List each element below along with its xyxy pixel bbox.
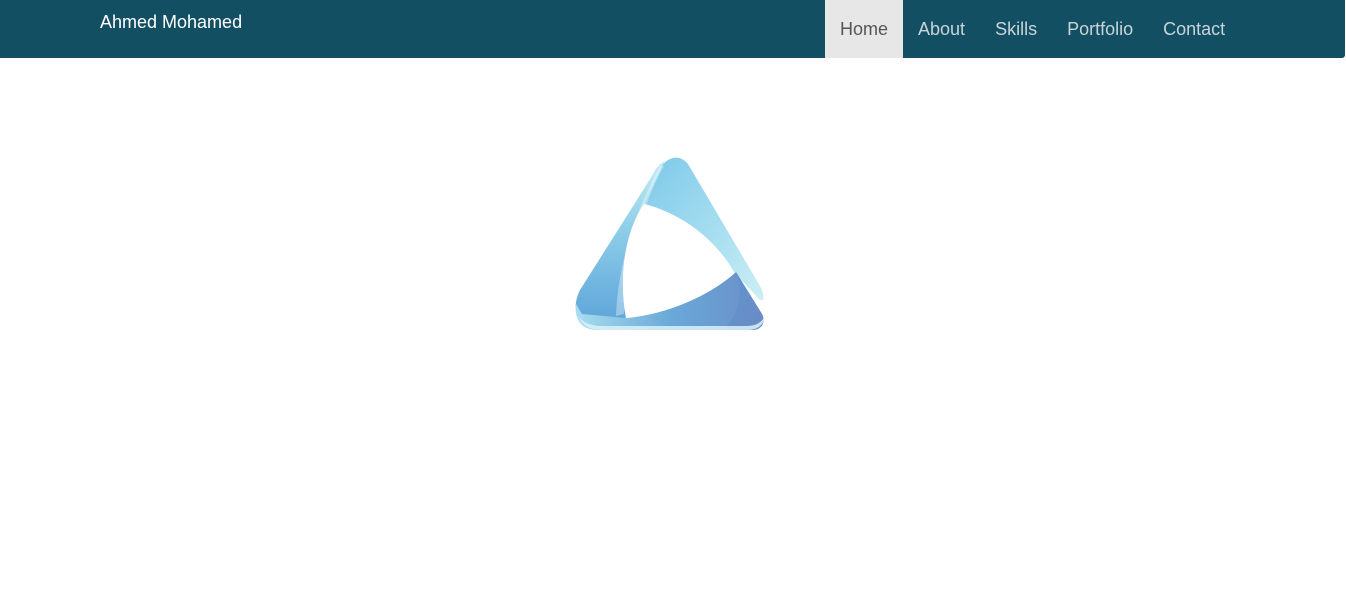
nav-item-contact[interactable]: Contact [1148,0,1240,58]
top-navbar: Ahmed Mohamed Home About Skills Portfoli… [0,0,1345,58]
nav-item-about[interactable]: About [903,0,980,58]
nav-item-home[interactable]: Home [825,0,904,58]
nav-item-skills[interactable]: Skills [980,0,1052,58]
triangle-ribbon-logo-icon [572,154,768,332]
brand-link[interactable]: Ahmed Mohamed [100,12,242,33]
nav-item-portfolio[interactable]: Portfolio [1052,0,1148,58]
nav-menu: Home About Skills Portfolio Contact [825,0,1240,58]
